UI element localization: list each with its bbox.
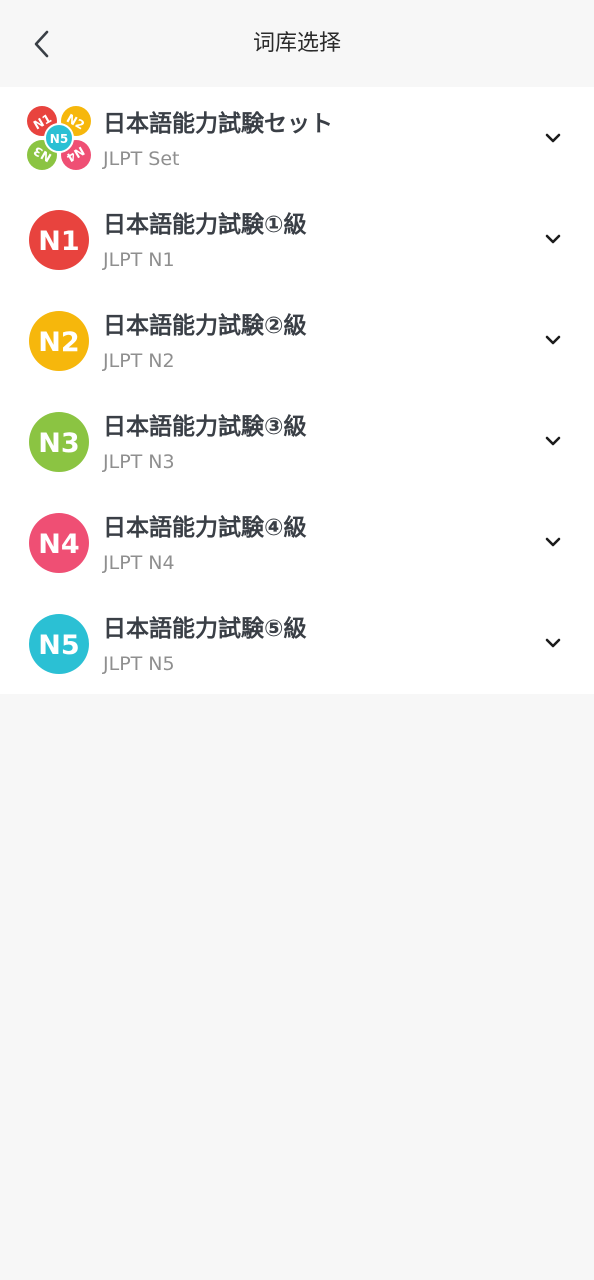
list-item-jlpt-n4[interactable]: N4 日本語能力試験④級 JLPT N4 — [0, 491, 594, 592]
item-title: 日本語能力試験③級 — [103, 414, 307, 440]
list-item-jlpt-set[interactable]: N1 N2 N3 N4 N5 日本語能力試験セット JLPT Set — [0, 87, 594, 188]
item-subtitle: JLPT N1 — [103, 249, 175, 271]
chevron-down-icon[interactable] — [540, 228, 566, 250]
list-item-jlpt-n1[interactable]: N1 日本語能力試験①級 JLPT N1 — [0, 188, 594, 289]
item-title: 日本語能力試験②級 — [103, 313, 307, 339]
list-item-jlpt-n5[interactable]: N5 日本語能力試験⑤級 JLPT N5 — [0, 592, 594, 693]
item-title: 日本語能力試験①級 — [103, 212, 307, 238]
n2-logo-icon: N2 — [29, 311, 89, 371]
item-subtitle: JLPT Set — [103, 148, 180, 170]
set-logo-n5-label: N5 — [50, 132, 68, 146]
chevron-down-icon[interactable] — [540, 531, 566, 553]
n3-logo-label: N3 — [38, 428, 79, 459]
chevron-down-icon[interactable] — [540, 632, 566, 654]
n3-logo-icon: N3 — [29, 412, 89, 472]
n1-logo-icon: N1 — [29, 210, 89, 270]
list-item-jlpt-n2[interactable]: N2 日本語能力試験②級 JLPT N2 — [0, 289, 594, 390]
item-title: 日本語能力試験⑤級 — [103, 616, 307, 642]
n5-logo-label: N5 — [38, 630, 79, 661]
page-title: 词库选择 — [252, 31, 341, 56]
top-bar: 词库选择 — [0, 0, 594, 87]
item-subtitle: JLPT N4 — [103, 552, 175, 574]
n4-logo-icon: N4 — [29, 513, 89, 573]
list-item-jlpt-n3[interactable]: N3 日本語能力試験③級 JLPT N3 — [0, 390, 594, 491]
item-title: 日本語能力試験④級 — [103, 515, 307, 541]
n2-logo-label: N2 — [38, 327, 79, 358]
item-subtitle: JLPT N3 — [103, 451, 175, 473]
item-subtitle: JLPT N5 — [103, 653, 175, 675]
jlpt-set-logo-icon: N1 N2 N3 N4 N5 — [27, 106, 91, 170]
chevron-down-icon[interactable] — [540, 127, 566, 149]
n5-logo-icon: N5 — [29, 614, 89, 674]
item-subtitle: JLPT N2 — [103, 350, 175, 372]
item-title: 日本語能力試験セット — [103, 111, 333, 137]
vocabulary-list: N1 N2 N3 N4 N5 日本語能力試験セット JLPT Set N1 日本… — [0, 87, 594, 694]
n1-logo-label: N1 — [38, 226, 79, 257]
chevron-left-icon — [34, 30, 49, 58]
back-button[interactable] — [18, 22, 66, 66]
chevron-down-icon[interactable] — [540, 430, 566, 452]
n4-logo-label: N4 — [38, 529, 79, 560]
chevron-down-icon[interactable] — [540, 329, 566, 351]
